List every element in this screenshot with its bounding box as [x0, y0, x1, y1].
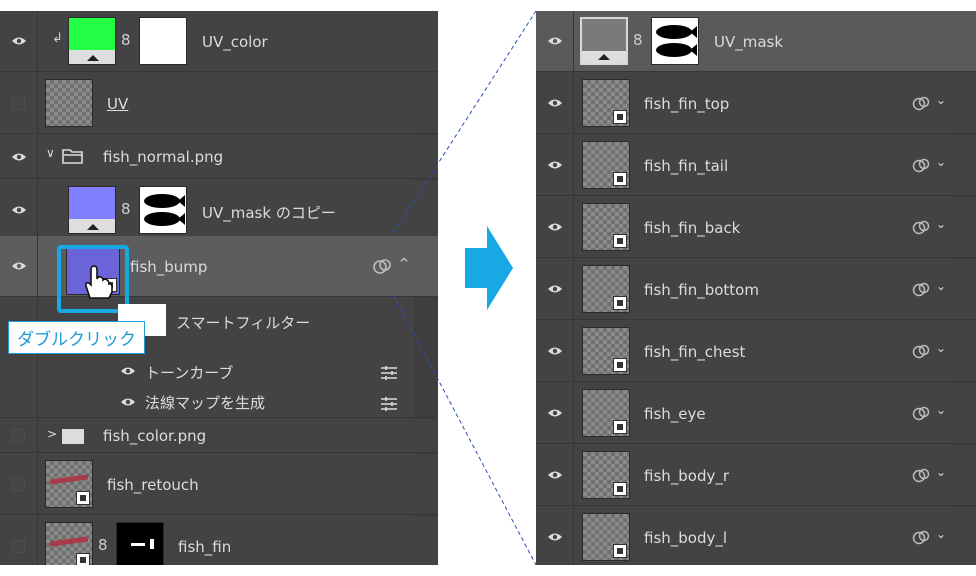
smart-object-thumbnail[interactable]	[582, 327, 630, 375]
smart-filter-icon[interactable]	[912, 467, 932, 485]
eye-icon	[547, 409, 562, 417]
layer-row-fish-fin-back[interactable]: fish_fin_back ⌄	[536, 197, 976, 258]
visibility-toggle[interactable]	[536, 73, 574, 133]
smart-object-thumbnail[interactable]	[582, 265, 630, 313]
layer-row-fish-fin-chest[interactable]: fish_fin_chest ⌄	[536, 321, 976, 382]
eye-icon	[547, 533, 562, 541]
layer-name[interactable]: fish_fin_chest	[644, 343, 745, 361]
visibility-toggle[interactable]	[536, 11, 574, 71]
smart-filter-icon[interactable]	[912, 529, 932, 547]
chevron-down-icon[interactable]: ⌄	[936, 403, 946, 417]
visibility-toggle[interactable]	[536, 383, 574, 443]
smart-filter-icon[interactable]	[912, 281, 932, 299]
layer-row-fish-fin-tail[interactable]: fish_fin_tail ⌄	[536, 135, 976, 196]
layer-name[interactable]: fish_fin_bottom	[644, 281, 759, 299]
smart-object-badge-icon	[613, 544, 627, 558]
fill-layer-thumbnail[interactable]	[580, 17, 628, 65]
smart-filter-icon[interactable]	[912, 95, 932, 113]
smart-object-thumbnail[interactable]	[582, 451, 630, 499]
layer-row-fish-body-l[interactable]: fish_body_l ⌄	[536, 507, 976, 565]
smart-object-thumbnail[interactable]	[582, 203, 630, 251]
smart-object-thumbnail[interactable]	[582, 513, 630, 561]
smart-filter-icon[interactable]	[912, 219, 932, 237]
visibility-toggle[interactable]	[536, 321, 574, 381]
smart-filter-icon[interactable]	[912, 405, 932, 423]
layer-name[interactable]: fish_fin_top	[644, 95, 729, 113]
link-icon[interactable]: 8	[633, 31, 643, 49]
layer-name[interactable]: UV_mask	[714, 33, 783, 51]
visibility-toggle[interactable]	[536, 135, 574, 195]
layer-name[interactable]: fish_fin_back	[644, 219, 740, 237]
layer-mask-thumbnail[interactable]	[651, 17, 699, 65]
eye-icon	[547, 161, 562, 169]
layer-row-fish-eye[interactable]: fish_eye ⌄	[536, 383, 976, 444]
layer-name[interactable]: fish_body_l	[644, 529, 727, 547]
eye-icon	[547, 285, 562, 293]
smart-object-badge-icon	[613, 482, 627, 496]
smart-object-thumbnail[interactable]	[582, 79, 630, 127]
smart-filter-icon[interactable]	[912, 343, 932, 361]
smart-object-badge-icon	[613, 296, 627, 310]
arrow-right-icon	[465, 226, 513, 310]
layer-row-fish-body-r[interactable]: fish_body_r ⌄	[536, 445, 976, 506]
smart-object-badge-icon	[613, 234, 627, 248]
smart-object-badge-icon	[613, 358, 627, 372]
chevron-down-icon[interactable]: ⌄	[936, 465, 946, 479]
eye-icon	[547, 347, 562, 355]
smart-object-badge-icon	[613, 172, 627, 186]
smart-object-thumbnail[interactable]	[582, 389, 630, 437]
layer-row-fish-fin-bottom[interactable]: fish_fin_bottom ⌄	[536, 259, 976, 320]
chevron-down-icon[interactable]: ⌄	[936, 155, 946, 169]
layer-name[interactable]: fish_body_r	[644, 467, 729, 485]
visibility-toggle[interactable]	[536, 445, 574, 505]
visibility-toggle[interactable]	[536, 259, 574, 319]
eye-icon	[547, 99, 562, 107]
smart-object-badge-icon	[613, 110, 627, 124]
visibility-toggle[interactable]	[536, 197, 574, 257]
layer-name[interactable]: fish_fin_tail	[644, 157, 728, 175]
chevron-down-icon[interactable]: ⌄	[936, 341, 946, 355]
chevron-down-icon[interactable]: ⌄	[936, 279, 946, 293]
smart-object-thumbnail[interactable]	[582, 141, 630, 189]
layers-panel-right: 8 UV_mask fish_fin_top ⌄ fish_fin_tail ⌄…	[536, 11, 976, 565]
layer-name[interactable]: fish_eye	[644, 405, 706, 423]
layer-row-uv-mask[interactable]: 8 UV_mask	[536, 11, 976, 72]
layer-row-fish-fin-top[interactable]: fish_fin_top ⌄	[536, 73, 976, 134]
chevron-down-icon[interactable]: ⌄	[936, 217, 946, 231]
smart-filter-icon[interactable]	[912, 157, 932, 175]
chevron-down-icon[interactable]: ⌄	[936, 527, 946, 541]
eye-icon	[547, 471, 562, 479]
eye-icon	[547, 37, 562, 45]
chevron-down-icon[interactable]: ⌄	[936, 93, 946, 107]
eye-icon	[547, 223, 562, 231]
smart-object-badge-icon	[613, 420, 627, 434]
visibility-toggle[interactable]	[536, 507, 574, 565]
